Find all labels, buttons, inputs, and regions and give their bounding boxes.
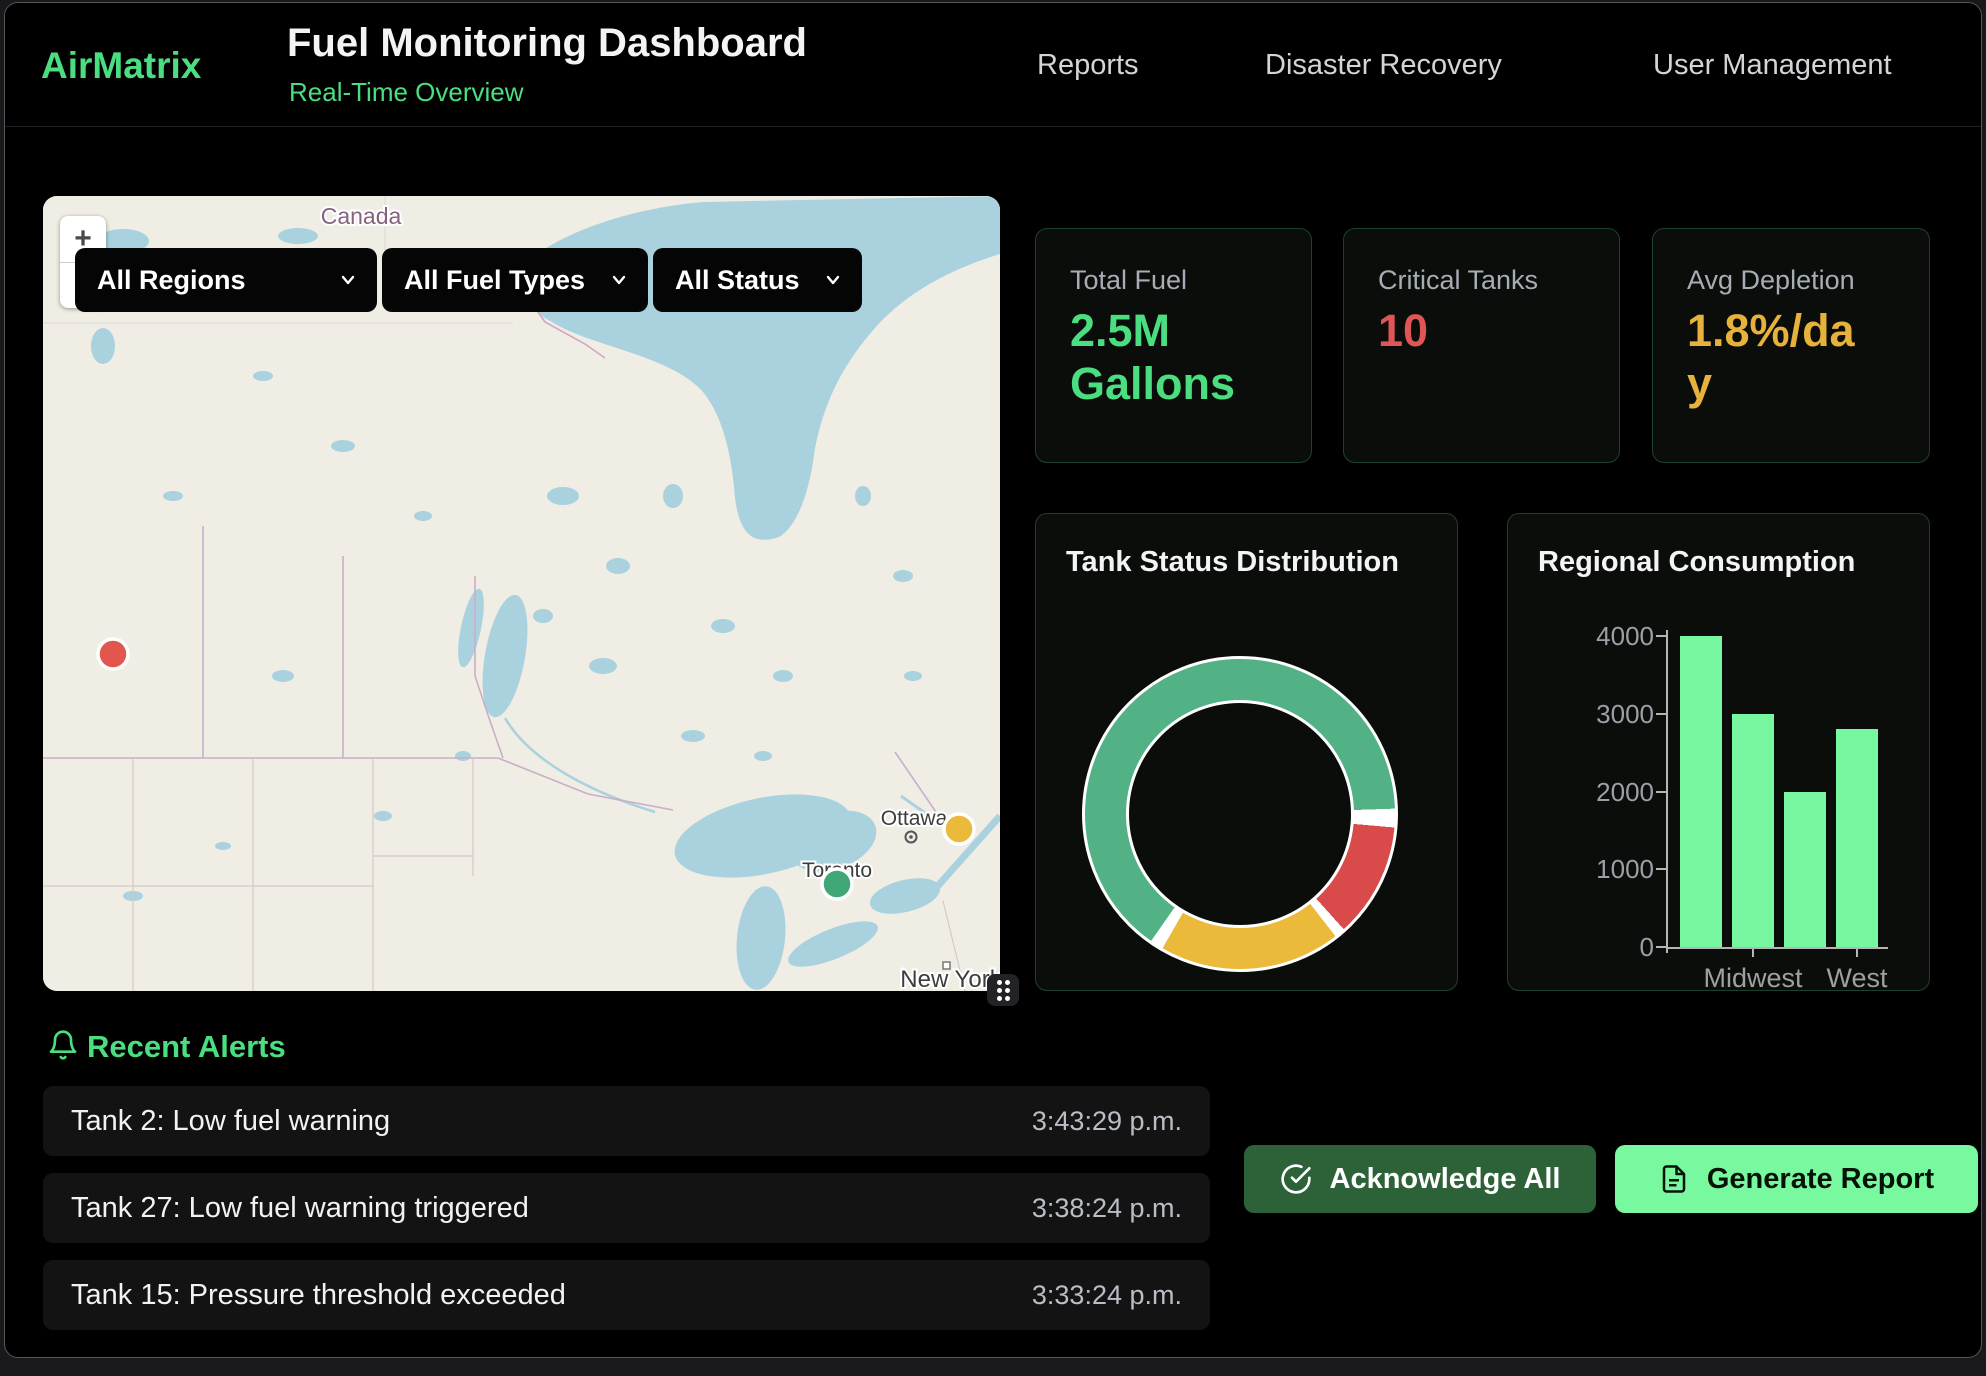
fuel-type-filter-value: All Fuel Types [404,265,585,296]
fuel-type-filter-dropdown[interactable]: All Fuel Types [382,248,648,312]
region-filter-dropdown[interactable]: All Regions [75,248,377,312]
fuel-monitoring-dashboard: AirMatrix Fuel Monitoring Dashboard Real… [0,0,1986,1376]
alert-text: Tank 15: Pressure threshold exceeded [71,1279,566,1312]
regional-consumption-bar-chart: 40003000200010000MidwestWest [1508,514,1931,992]
y-tick-mark [1656,946,1666,948]
bar [1732,714,1774,947]
map-attribution-handle[interactable] [987,974,1019,1006]
tank-status-donut-chart [1082,656,1398,972]
check-circle-icon [1280,1163,1312,1195]
alert-timestamp: 3:43:29 p.m. [1032,1106,1182,1137]
alerts-section-title: Recent Alerts [87,1029,286,1065]
map-label-city: Ottawa [881,807,948,830]
alert-timestamp: 3:38:24 p.m. [1032,1193,1182,1224]
alert-row: Tank 27: Low fuel warning triggered 3:38… [43,1173,1210,1243]
nav-user-management[interactable]: User Management [1653,49,1892,82]
x-tick-mark [1856,949,1858,957]
page-subtitle: Real-Time Overview [289,77,524,108]
app-frame: AirMatrix Fuel Monitoring Dashboard Real… [4,2,1982,1358]
alert-row: Tank 2: Low fuel warning 3:43:29 p.m. [43,1086,1210,1156]
regional-consumption-card: Regional Consumption 40003000200010000Mi… [1507,513,1930,991]
nav-reports[interactable]: Reports [1037,49,1139,82]
map-label-city: New York [900,966,1000,991]
stat-card-avg-depletion: Avg Depletion 1.8%/day [1652,228,1930,463]
nav-disaster-recovery[interactable]: Disaster Recovery [1265,49,1502,82]
status-filter-dropdown[interactable]: All Status [653,248,862,312]
file-report-icon [1659,1164,1689,1194]
map[interactable]: Canada Ottawa Toronto New York + − All R… [43,196,1000,991]
y-axis-line [1666,630,1668,953]
y-tick-mark [1656,713,1666,715]
generate-report-label: Generate Report [1707,1163,1934,1196]
alert-text: Tank 2: Low fuel warning [71,1105,390,1138]
page-title: Fuel Monitoring Dashboard [287,21,807,66]
alert-text: Tank 27: Low fuel warning triggered [71,1192,529,1225]
donut-hole [1126,700,1354,928]
chevron-down-icon [339,271,357,289]
bell-icon [47,1029,79,1061]
x-tick-mark [1752,949,1754,957]
map-label-country: Canada [321,203,402,229]
map-canvas: Canada Ottawa Toronto New York [43,196,1000,991]
y-tick-label: 3000 [1592,699,1654,730]
acknowledge-all-label: Acknowledge All [1330,1163,1561,1196]
y-tick-label: 2000 [1592,777,1654,808]
grip-dots-icon [997,980,1010,1001]
y-tick-label: 4000 [1592,621,1654,652]
chevron-down-icon [824,271,842,289]
header: AirMatrix Fuel Monitoring Dashboard Real… [5,3,1981,127]
stat-label: Critical Tanks [1378,265,1538,296]
tank-marker-normal[interactable] [822,869,852,899]
tank-marker-critical[interactable] [98,639,128,669]
generate-report-button[interactable]: Generate Report [1615,1145,1978,1213]
bar [1680,636,1722,947]
tank-status-card: Tank Status Distribution [1035,513,1458,991]
chevron-down-icon [610,271,628,289]
x-axis-line [1666,947,1888,949]
stat-value: 10 [1378,305,1428,358]
alert-timestamp: 3:33:24 p.m. [1032,1280,1182,1311]
stat-value: 2.5M Gallons [1070,305,1255,410]
map-filter-bar: All Regions All Fuel Types All Status [75,248,862,312]
stat-label: Total Fuel [1070,265,1187,296]
tank-marker-warning[interactable] [944,814,974,844]
status-filter-value: All Status [675,265,800,296]
stat-card-critical-tanks: Critical Tanks 10 [1343,228,1620,463]
chart-title: Tank Status Distribution [1066,546,1399,579]
y-tick-label: 0 [1592,932,1654,963]
stat-card-total-fuel: Total Fuel 2.5M Gallons [1035,228,1312,463]
region-filter-value: All Regions [97,265,246,296]
stat-value: 1.8%/day [1687,305,1872,410]
y-tick-label: 1000 [1592,854,1654,885]
y-tick-mark [1656,868,1666,870]
alert-row: Tank 15: Pressure threshold exceeded 3:3… [43,1260,1210,1330]
y-tick-mark [1656,791,1666,793]
x-tick-label: West [1777,963,1937,994]
bar [1836,729,1878,947]
acknowledge-all-button[interactable]: Acknowledge All [1244,1145,1596,1213]
y-tick-mark [1656,635,1666,637]
brand-logo: AirMatrix [41,45,201,87]
stat-label: Avg Depletion [1687,265,1855,296]
bar [1784,792,1826,948]
